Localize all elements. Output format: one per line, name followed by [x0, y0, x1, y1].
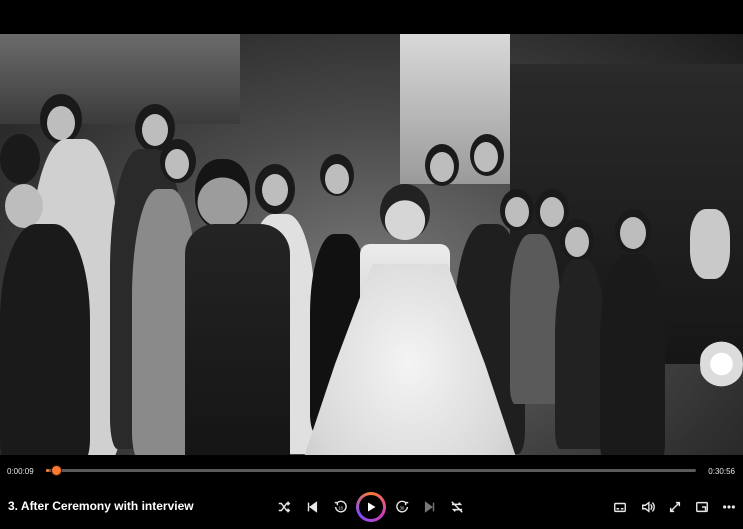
forward-30-icon: 30	[396, 500, 409, 513]
volume-button[interactable]	[638, 498, 658, 516]
popout-icon	[696, 501, 708, 513]
more-icon	[723, 505, 735, 509]
previous-button[interactable]	[302, 498, 322, 516]
rewind-10-icon: 10	[334, 500, 347, 513]
next-button[interactable]	[420, 498, 440, 516]
flowers	[700, 334, 743, 394]
shuffle-button[interactable]	[274, 498, 294, 516]
shuffle-icon	[278, 501, 291, 513]
rewind-label: 10	[338, 506, 343, 511]
previous-icon	[307, 501, 318, 513]
fullscreen-button[interactable]	[665, 498, 685, 516]
more-button[interactable]	[719, 498, 739, 516]
current-time: 0:00:09	[7, 467, 34, 476]
crowd	[0, 94, 743, 455]
progress-bar[interactable]	[46, 466, 696, 475]
progress-fill	[46, 469, 50, 472]
forward-30-button[interactable]: 30	[393, 498, 413, 516]
popout-button[interactable]	[692, 498, 712, 516]
play-icon	[368, 502, 376, 512]
video-frame[interactable]	[0, 34, 743, 455]
bride-head	[380, 184, 430, 240]
raised-hand	[690, 209, 730, 279]
total-time: 0:30:56	[708, 467, 735, 476]
groom	[185, 224, 290, 455]
repeat-icon	[451, 501, 463, 513]
top-letterbox	[0, 0, 743, 34]
media-title: 3. After Ceremony with interview	[8, 499, 194, 513]
rewind-10-button[interactable]: 10	[330, 498, 350, 516]
forward-label: 30	[400, 506, 405, 511]
repeat-button[interactable]	[447, 498, 467, 516]
play-button-inner	[359, 495, 383, 519]
volume-icon	[642, 501, 655, 513]
next-icon	[424, 501, 435, 513]
play-button[interactable]	[356, 492, 386, 522]
groom-head	[195, 159, 250, 229]
subtitles-icon	[614, 502, 626, 513]
fullscreen-icon	[669, 501, 681, 513]
subtitles-button[interactable]	[610, 498, 630, 516]
